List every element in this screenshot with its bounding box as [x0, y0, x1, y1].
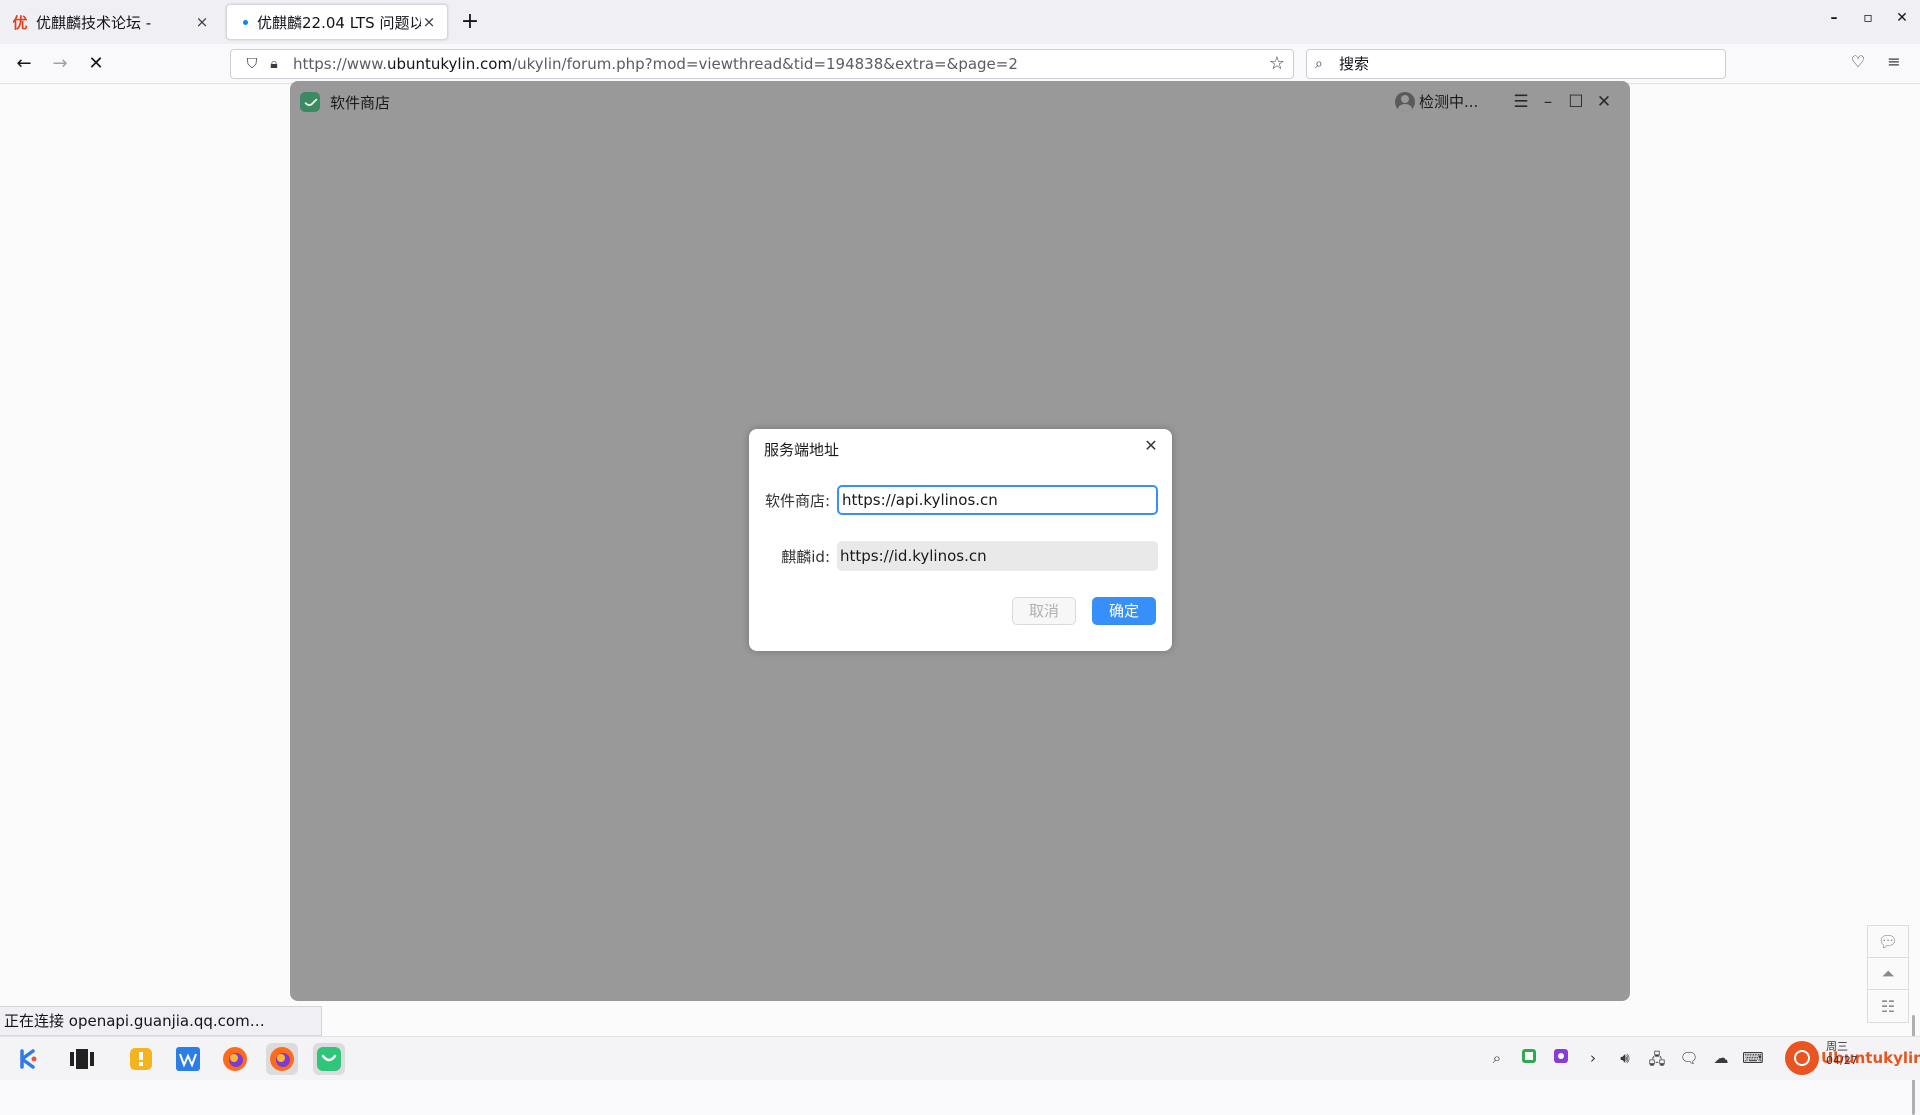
firefox-icon[interactable] — [219, 1043, 251, 1075]
software-store-icon — [300, 92, 320, 112]
purple-app-tray-icon[interactable] — [1550, 1049, 1572, 1067]
page-side-tools: 💬︎ ⏶ ☷ — [1867, 925, 1909, 1023]
search-icon[interactable]: ⌕ — [1486, 1049, 1508, 1067]
dialog-close-button[interactable]: ✕ — [1140, 435, 1162, 457]
browser-tab-bar: 优 优麒麟技术论坛 - × 优麒麟22.04 LTS 问题以及 × + – ▫ … — [0, 0, 1920, 44]
kylin-id-url-input[interactable] — [837, 541, 1158, 571]
tab-title: 优麒麟22.04 LTS 问题以及 — [257, 13, 421, 32]
clock-day: 周三 — [1826, 1040, 1848, 1053]
app-titlebar: 软件商店 检测中... ☰ – ☐ ✕ — [290, 81, 1630, 123]
start-menu-icon[interactable] — [12, 1043, 44, 1075]
tab-close-icon[interactable]: × — [421, 13, 437, 31]
url-text[interactable]: https://www.ubuntukylin.com/ukylin/forum… — [293, 55, 1018, 73]
back-to-top-icon[interactable]: ⏶ — [1868, 958, 1908, 990]
app-close-button[interactable]: ✕ — [1591, 89, 1617, 115]
tab-forum[interactable]: 优 优麒麟技术论坛 - × — [2, 4, 220, 40]
firefox-active-icon[interactable] — [266, 1043, 298, 1075]
multitask-view-icon[interactable] — [66, 1043, 98, 1075]
forum-favicon-icon: 优 — [12, 13, 28, 32]
user-account[interactable]: 检测中... — [1395, 91, 1478, 112]
back-arrow-icon[interactable]: ← — [12, 52, 36, 76]
keyboard-icon[interactable]: ⌨︎ — [1742, 1049, 1764, 1067]
stop-loading-icon[interactable]: ✕ — [84, 52, 108, 76]
ubuntukylin-logo-icon — [1785, 1041, 1819, 1075]
clock-date: 04/27 — [1826, 1054, 1858, 1067]
server-address-dialog: 服务端地址 ✕ 软件商店: 麒麟id: 取消 确定 — [749, 429, 1172, 651]
tab-close-icon[interactable]: × — [194, 13, 210, 31]
software-store-url-input[interactable] — [837, 485, 1158, 515]
software-store-taskbar-icon[interactable] — [313, 1043, 345, 1075]
menu-icon[interactable]: ≡ — [1882, 52, 1906, 71]
window-maximize-button[interactable]: ▫ — [1858, 10, 1878, 26]
search-box[interactable]: ⌕ — [1306, 49, 1726, 79]
pocket-icon[interactable]: ♡ — [1846, 52, 1870, 71]
shield-icon[interactable]: ⛉ — [241, 56, 263, 72]
list-icon[interactable]: ☷ — [1868, 990, 1908, 1022]
browser-nav-bar: ← → ✕ ⛉ 🔒︎ https://www.ubuntukylin.com/u… — [0, 44, 1920, 84]
app-maximize-button[interactable]: ☐ — [1563, 89, 1589, 115]
kylin-id-url-row: 麒麟id: — [763, 541, 1158, 571]
window-minimize-button[interactable]: – — [1824, 10, 1844, 26]
bookmark-star-icon[interactable]: ☆ — [1269, 53, 1285, 74]
software-store-url-label: 软件商店: — [764, 491, 830, 510]
window-close-button[interactable]: ✕ — [1892, 10, 1912, 26]
dialog-title: 服务端地址 — [764, 441, 840, 459]
tab-title: 优麒麟技术论坛 - — [36, 13, 152, 32]
app-menu-button[interactable]: ☰ — [1508, 89, 1534, 115]
chevron-right-icon[interactable]: › — [1582, 1049, 1604, 1067]
comment-icon[interactable]: 💬︎ — [1868, 926, 1908, 958]
system-taskbar: ⌕ › 🔊︎ 🖧︎ 🗨︎ ☁︎ ⌨︎ Ubuntukylin 周三 04/27 — [0, 1036, 1920, 1080]
forward-arrow-icon[interactable]: → — [48, 52, 72, 76]
software-store-url-row: 软件商店: — [763, 485, 1158, 515]
user-status: 检测中... — [1419, 93, 1479, 111]
avatar-icon — [1395, 91, 1415, 112]
search-input[interactable] — [1339, 55, 1719, 73]
lock-icon[interactable]: 🔒︎ — [263, 56, 285, 72]
app-minimize-button[interactable]: – — [1535, 89, 1561, 115]
file-manager-icon[interactable] — [125, 1043, 157, 1075]
green-app-tray-icon[interactable] — [1518, 1049, 1540, 1067]
weather-icon[interactable]: ☁︎ — [1710, 1049, 1732, 1067]
clock[interactable]: 周三 04/27 — [1826, 1040, 1858, 1068]
kylin-id-url-label: 麒麟id: — [781, 547, 830, 566]
app-title: 软件商店 — [330, 94, 391, 112]
tab-thread[interactable]: 优麒麟22.04 LTS 问题以及 × — [226, 4, 448, 40]
network-icon[interactable]: 🖧︎ — [1646, 1049, 1668, 1074]
loading-dot-icon — [243, 19, 248, 25]
volume-icon[interactable]: 🔊︎ — [1614, 1049, 1636, 1067]
browser-status-text: 正在连接 openapi.guanjia.qq.com… — [0, 1006, 322, 1036]
confirm-button[interactable]: 确定 — [1092, 597, 1156, 625]
cancel-button[interactable]: 取消 — [1012, 597, 1076, 625]
new-tab-button[interactable]: + — [458, 8, 482, 36]
search-icon: ⌕ — [1315, 56, 1323, 72]
wps-office-icon[interactable] — [172, 1043, 204, 1075]
address-bar[interactable]: ⛉ 🔒︎ https://www.ubuntukylin.com/ukylin/… — [230, 49, 1294, 79]
notification-icon[interactable]: 🗨︎ — [1678, 1049, 1700, 1067]
